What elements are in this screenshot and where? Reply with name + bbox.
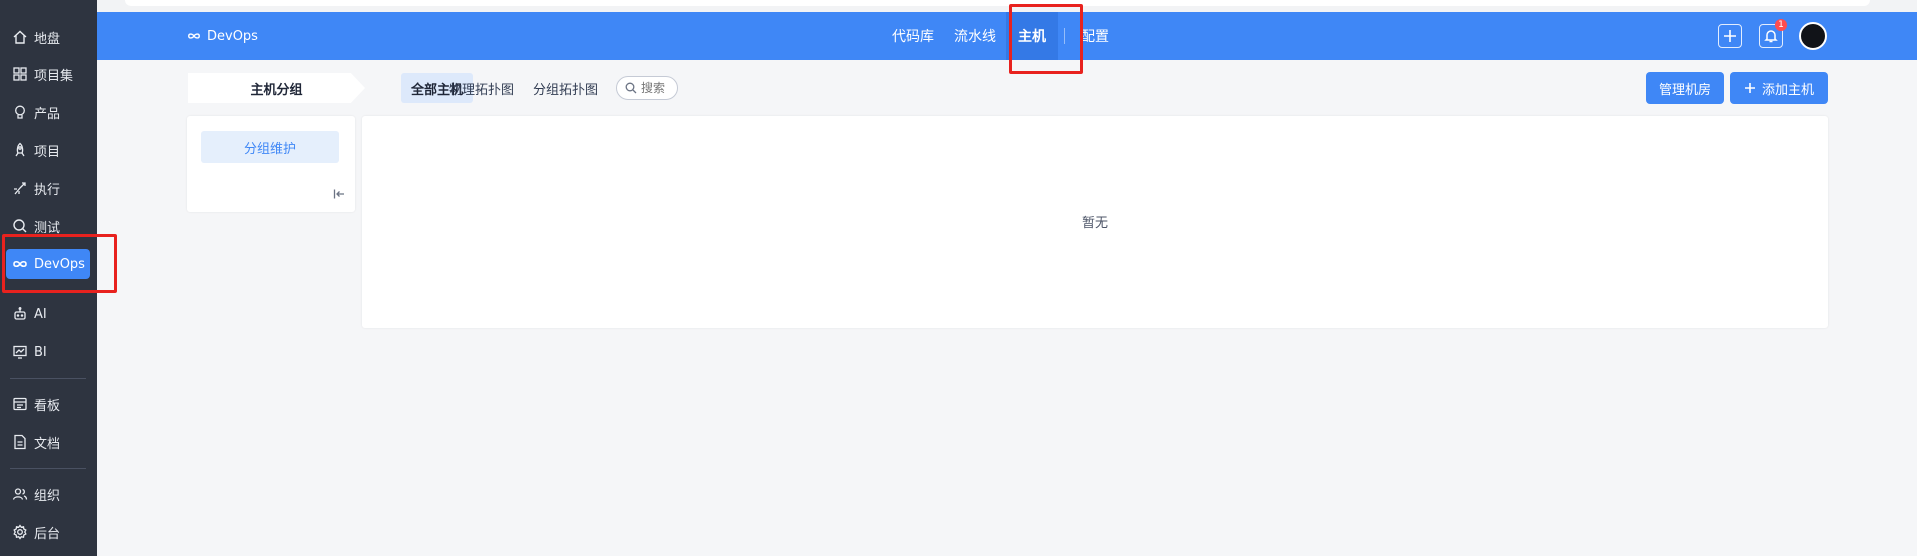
tab-group-topology[interactable]: 分组拓扑图 bbox=[523, 73, 608, 103]
sidebar-item-kanban[interactable]: 看板 bbox=[6, 389, 90, 419]
sidebar-item-dashboard[interactable]: 地盘 bbox=[6, 22, 90, 52]
group-maintenance-button[interactable]: 分组维护 bbox=[201, 131, 339, 163]
add-host-label: 添加主机 bbox=[1761, 81, 1814, 97]
nav-separator bbox=[1064, 28, 1065, 44]
search-input[interactable] bbox=[641, 81, 671, 95]
avatar[interactable] bbox=[1799, 22, 1827, 50]
chart-icon bbox=[13, 345, 27, 359]
search-box[interactable] bbox=[616, 76, 678, 100]
sidebar-item-label: 文档 bbox=[34, 436, 61, 452]
sidebar-item-admin[interactable]: 后台 bbox=[6, 517, 90, 547]
nav-item-config[interactable]: 配置 bbox=[1071, 12, 1119, 60]
sidebar-item-label: AI bbox=[34, 306, 47, 322]
plus-icon bbox=[1744, 83, 1755, 93]
bell-icon bbox=[1764, 30, 1778, 43]
add-host-button[interactable]: 添加主机 bbox=[1730, 72, 1828, 104]
sidebar-item-label: 组织 bbox=[34, 488, 61, 504]
sidebar: 地盘 项目集 产品 项目 执行 测试 DevOps AI BI 看板 文档 组织… bbox=[0, 0, 97, 556]
gear-icon bbox=[13, 524, 27, 540]
sidebar-item-testing[interactable]: 测试 bbox=[6, 211, 90, 241]
sidebar-item-label: BI bbox=[34, 344, 47, 360]
users-icon bbox=[12, 488, 28, 500]
search-bug-icon bbox=[13, 219, 27, 233]
group-panel: 分组维护 bbox=[187, 116, 355, 212]
top-bar bbox=[125, 0, 1870, 6]
grid-icon bbox=[13, 67, 27, 81]
sidebar-item-bi[interactable]: BI bbox=[6, 337, 90, 367]
tab-physical-topology[interactable]: 物理拓扑图 bbox=[439, 73, 524, 103]
rocket-icon bbox=[15, 142, 25, 157]
brand[interactable]: DevOps bbox=[187, 12, 258, 60]
sidebar-item-ai[interactable]: AI bbox=[6, 299, 90, 329]
sidebar-item-docs[interactable]: 文档 bbox=[6, 427, 90, 457]
host-group-tab[interactable]: 主机分组 bbox=[188, 73, 365, 103]
manage-room-button[interactable]: 管理机房 bbox=[1646, 72, 1724, 104]
browser-top-strip bbox=[97, 0, 1917, 12]
sidebar-item-label: 项目集 bbox=[34, 68, 74, 84]
sidebar-item-label: 看板 bbox=[34, 398, 61, 414]
infinity-icon bbox=[13, 260, 27, 268]
sidebar-item-label: 执行 bbox=[34, 182, 61, 198]
notification-badge: 1 bbox=[1775, 19, 1787, 31]
robot-icon bbox=[14, 307, 26, 320]
infinity-icon bbox=[188, 33, 200, 39]
nav-item-pipeline[interactable]: 流水线 bbox=[944, 12, 1006, 60]
sidebar-item-label: 后台 bbox=[34, 526, 61, 542]
notifications-button[interactable]: 1 bbox=[1759, 19, 1787, 48]
sidebar-divider bbox=[10, 378, 86, 379]
plus-icon bbox=[1724, 30, 1736, 42]
search-icon bbox=[625, 82, 637, 94]
sidebar-item-products[interactable]: 产品 bbox=[6, 97, 90, 127]
sidebar-item-label: 测试 bbox=[34, 220, 61, 236]
brand-title: DevOps bbox=[207, 28, 258, 44]
sidebar-item-label: 项目 bbox=[34, 144, 61, 160]
sidebar-item-programs[interactable]: 项目集 bbox=[6, 59, 90, 89]
home-icon bbox=[13, 30, 27, 44]
sidebar-item-execution[interactable]: 执行 bbox=[6, 173, 90, 203]
nav-item-repos[interactable]: 代码库 bbox=[882, 12, 944, 60]
lightbulb-icon bbox=[15, 105, 25, 119]
nav-item-hosts[interactable]: 主机 bbox=[1006, 12, 1058, 60]
kanban-icon bbox=[13, 397, 27, 411]
sidebar-item-label: DevOps bbox=[34, 256, 85, 272]
sidebar-divider bbox=[10, 468, 86, 469]
collapse-icon[interactable] bbox=[333, 188, 345, 200]
document-icon bbox=[14, 434, 26, 450]
module-nav: 代码库 流水线 主机 配置 bbox=[882, 12, 1119, 60]
run-icon bbox=[14, 182, 26, 195]
sidebar-item-label: 地盘 bbox=[34, 31, 61, 47]
sidebar-item-label: 产品 bbox=[34, 106, 61, 122]
sidebar-item-organization[interactable]: 组织 bbox=[6, 479, 90, 509]
empty-state-text: 暂无 bbox=[1081, 216, 1108, 231]
create-button[interactable] bbox=[1718, 24, 1742, 48]
top-header: DevOps 代码库 流水线 主机 配置 1 bbox=[97, 12, 1917, 60]
sidebar-item-devops[interactable]: DevOps bbox=[6, 249, 90, 279]
sidebar-item-projects[interactable]: 项目 bbox=[6, 135, 90, 165]
host-list-panel: 暂无 bbox=[362, 116, 1828, 328]
